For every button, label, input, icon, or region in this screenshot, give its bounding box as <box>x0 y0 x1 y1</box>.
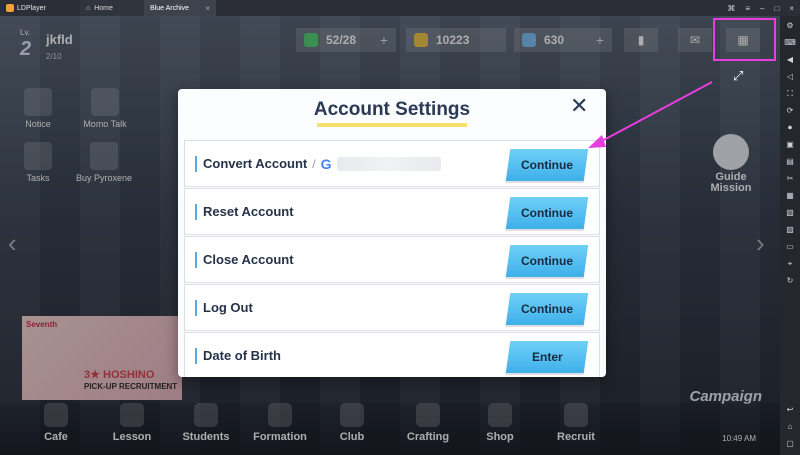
app-brand: LDPlayer <box>0 4 80 12</box>
keyboard-icon[interactable]: ⌨ <box>784 37 796 49</box>
back-icon[interactable]: ↩ <box>784 404 796 416</box>
home-icon: ⌂ <box>86 4 91 12</box>
script-icon[interactable]: ▧ <box>784 207 796 219</box>
minimize-icon[interactable]: – <box>760 4 764 13</box>
game-viewport: Lv. 2 jkfld 2/10 52/28 + 10223 630 + ▮ ✉… <box>0 16 780 455</box>
recents-icon[interactable]: ▢ <box>784 438 796 450</box>
folder-icon[interactable]: ▭ <box>784 241 796 253</box>
window-controls: ⌘ ≡ – □ × <box>727 4 800 13</box>
menu-icon[interactable]: ≡ <box>745 4 750 13</box>
close-tab-icon[interactable]: × <box>205 4 210 13</box>
volume-up-icon[interactable]: ◀ <box>784 54 796 66</box>
scissors-icon[interactable]: ✂ <box>784 173 796 185</box>
multi-instance-icon[interactable]: ▨ <box>784 224 796 236</box>
tab-blue-archive-label: Blue Archive <box>150 4 189 12</box>
rotate-icon[interactable]: ↻ <box>784 275 796 287</box>
maximize-icon[interactable]: □ <box>774 4 779 13</box>
apk-icon[interactable]: ▤ <box>784 156 796 168</box>
location-icon[interactable]: ⌖ <box>784 258 796 270</box>
tab-home-label: Home <box>94 4 113 12</box>
emulator-titlebar: LDPlayer ⌂ Home Blue Archive × ⌘ ≡ – □ × <box>0 0 800 16</box>
volume-down-icon[interactable]: ◁ <box>784 71 796 83</box>
macro-icon[interactable]: ▦ <box>784 190 796 202</box>
tab-home[interactable]: ⌂ Home <box>80 0 144 16</box>
screenshot-icon[interactable]: ▣ <box>784 139 796 151</box>
tab-blue-archive[interactable]: Blue Archive × <box>144 0 216 16</box>
emulator-sidebar: ⚙ ⌨ ◀ ◁ ⛶ ⟳ ⏺ ▣ ▤ ✂ ▦ ▧ ▨ ▭ ⌖ ↻ ↩ ⌂ ▢ <box>780 16 800 455</box>
home-nav-icon[interactable]: ⌂ <box>784 421 796 433</box>
record-icon[interactable]: ⏺ <box>784 122 796 134</box>
settings-icon[interactable]: ⚙ <box>784 20 796 32</box>
fullscreen-icon[interactable]: ⛶ <box>784 88 796 100</box>
ldplayer-logo-icon <box>6 4 14 12</box>
gamepad-icon[interactable]: ⌘ <box>727 4 735 13</box>
sync-icon[interactable]: ⟳ <box>784 105 796 117</box>
app-name: LDPlayer <box>17 4 46 12</box>
annotation-arrow <box>588 81 713 148</box>
close-window-icon[interactable]: × <box>789 4 794 13</box>
